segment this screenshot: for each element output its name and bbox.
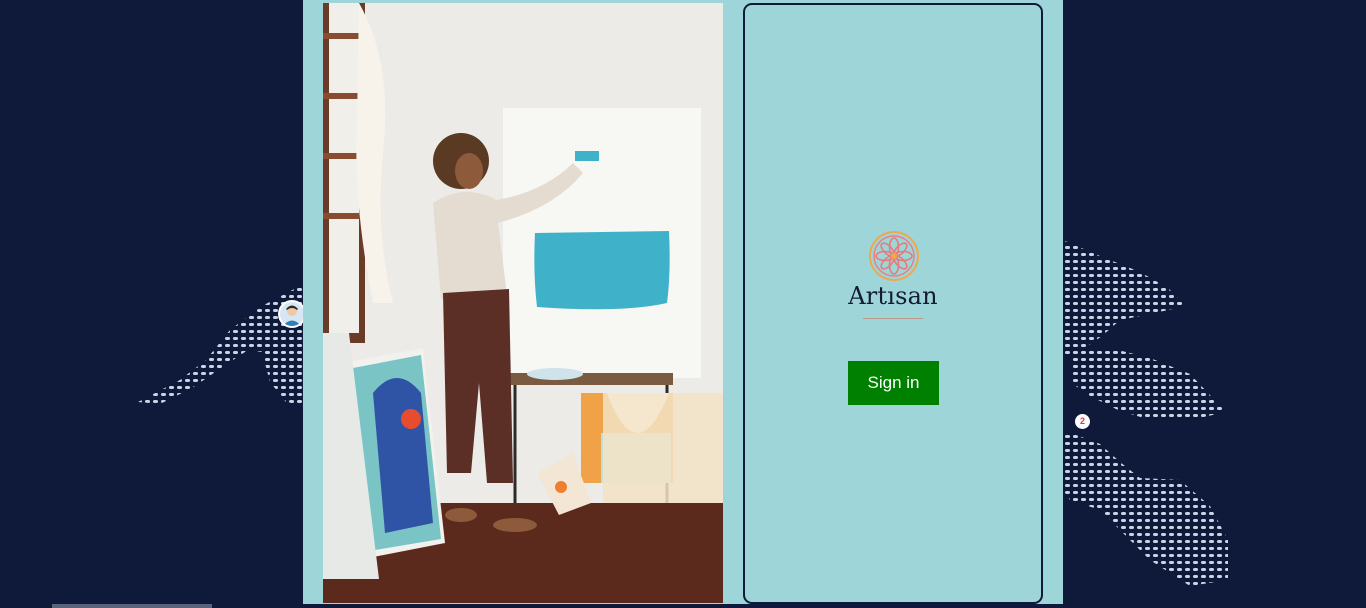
scrollbar-thumb[interactable] <box>52 604 212 608</box>
map-land-east-islands <box>1070 348 1226 420</box>
flower-logo-icon <box>869 231 919 281</box>
login-panel: Artısan Sign in <box>303 0 1063 606</box>
map-count-badge[interactable]: 2 <box>1075 414 1090 429</box>
artist-photo-illustration <box>323 3 723 603</box>
horizontal-scrollbar[interactable] <box>0 604 1366 608</box>
logo-divider <box>863 318 923 319</box>
login-page: 2 Artısan Sign in <box>0 0 1366 608</box>
map-land-west <box>138 286 303 405</box>
brand-wordmark: Artısan <box>848 282 938 310</box>
signin-card: Artısan Sign in <box>743 3 1043 604</box>
map-land-east-north <box>1063 240 1186 356</box>
user-avatar-pin[interactable] <box>278 300 306 328</box>
artisan-logo: Artısan <box>845 230 941 325</box>
sign-in-button[interactable]: Sign in <box>848 361 939 405</box>
map-land-east-south <box>1063 430 1228 586</box>
artist-painting-photo <box>323 3 723 603</box>
